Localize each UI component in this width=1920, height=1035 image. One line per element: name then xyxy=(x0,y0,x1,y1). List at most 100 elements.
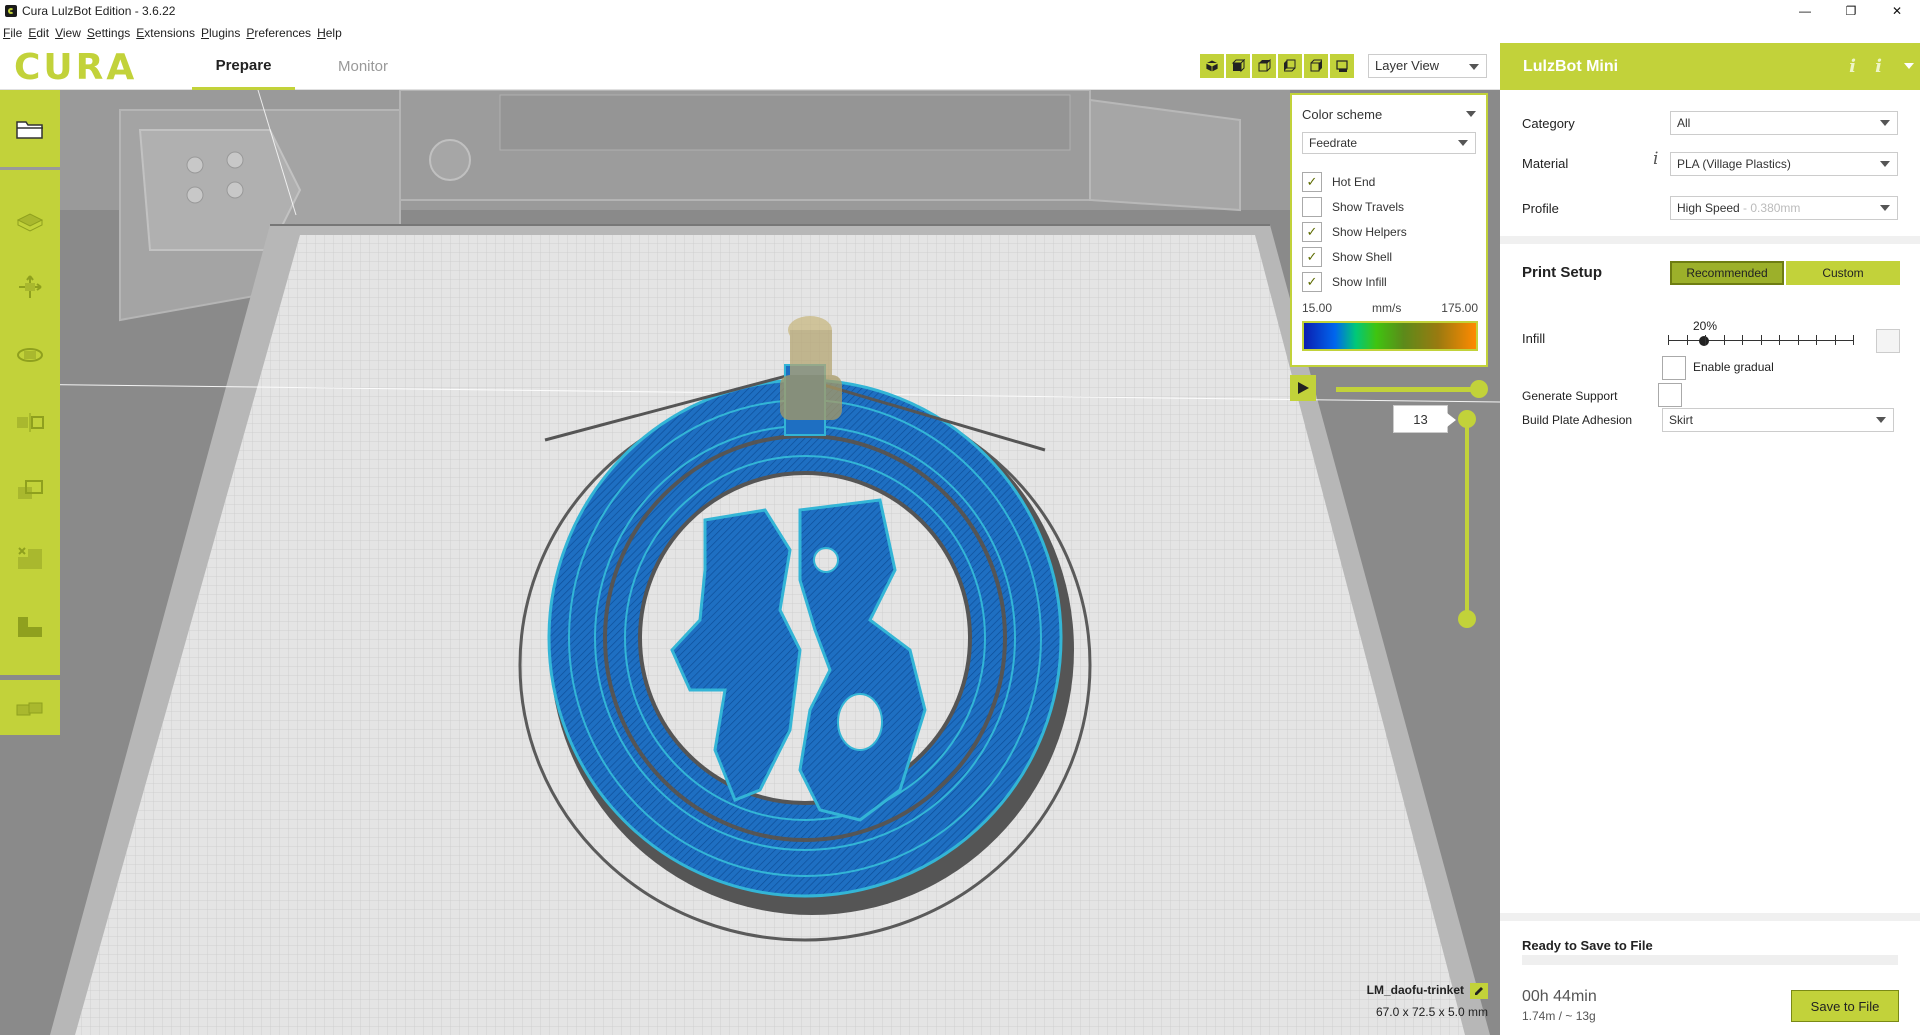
scale-icon[interactable] xyxy=(14,477,46,503)
move-icon[interactable] xyxy=(14,274,46,300)
play-simulation-button[interactable] xyxy=(1290,375,1316,401)
layer-slider-upper-handle[interactable] xyxy=(1458,410,1476,428)
path-slider-track[interactable] xyxy=(1336,387,1481,392)
layflat-icon[interactable] xyxy=(14,206,46,232)
infill-slider-tick xyxy=(1687,335,1688,345)
pencil-icon xyxy=(1475,987,1483,995)
printer-selector[interactable]: LulzBot Mini i i xyxy=(1500,43,1920,90)
generate-support-checkbox[interactable] xyxy=(1658,383,1682,407)
adhesion-select[interactable]: Skirt xyxy=(1662,408,1894,432)
rotate-icon[interactable] xyxy=(14,342,46,368)
cura-window: Cura LulzBot Edition - 3.6.22 — ❐ ✕ File… xyxy=(0,0,1920,1035)
show-shell-checkbox[interactable]: ✓ xyxy=(1302,247,1322,267)
show-infill-option[interactable]: ✓ Show Infill xyxy=(1302,272,1387,292)
show-travels-checkbox[interactable] xyxy=(1302,197,1322,217)
chevron-down-icon xyxy=(1880,120,1890,126)
view-mode-value: Layer View xyxy=(1375,58,1440,73)
show-helpers-checkbox[interactable]: ✓ xyxy=(1302,222,1322,242)
feedrate-max: 175.00 xyxy=(1441,301,1478,315)
menu-edit[interactable]: Edit xyxy=(28,26,49,40)
hot-end-checkbox[interactable]: ✓ xyxy=(1302,172,1322,192)
feedrate-scale: 15.00 mm/s 175.00 xyxy=(1302,301,1478,315)
menu-file[interactable]: File xyxy=(3,26,22,40)
infill-slider-handle[interactable] xyxy=(1698,336,1709,346)
restore-button[interactable]: ❐ xyxy=(1828,0,1874,22)
enable-gradual-checkbox[interactable] xyxy=(1662,356,1686,380)
view-front-button[interactable] xyxy=(1226,54,1250,78)
path-slider-handle[interactable] xyxy=(1470,380,1488,398)
cube-top-icon xyxy=(1258,59,1271,72)
open-file-button[interactable] xyxy=(0,90,60,167)
view-mode-select[interactable]: Layer View xyxy=(1368,54,1487,78)
color-scheme-value: Feedrate xyxy=(1309,136,1358,150)
cube-3d-icon xyxy=(1205,59,1219,73)
infill-slider-tick xyxy=(1705,335,1706,345)
infill-density-icon xyxy=(1876,329,1900,353)
show-travels-label: Show Travels xyxy=(1332,200,1405,214)
view-xray-button[interactable] xyxy=(1330,54,1354,78)
play-icon xyxy=(1298,382,1309,394)
view-3d-button[interactable] xyxy=(1200,54,1224,78)
edit-name-button[interactable] xyxy=(1470,983,1488,999)
view-orientation-buttons xyxy=(1200,54,1354,78)
menu-view[interactable]: View xyxy=(55,26,81,40)
model-dimensions: 67.0 x 72.5 x 5.0 mm xyxy=(1375,1005,1488,1019)
info-icon[interactable]: i xyxy=(1849,56,1856,77)
chevron-down-icon[interactable] xyxy=(1466,111,1476,117)
show-travels-option[interactable]: Show Travels xyxy=(1302,197,1404,217)
view-top-button[interactable] xyxy=(1252,54,1276,78)
printer-name: LulzBot Mini xyxy=(1523,58,1619,75)
layer-slider-lower-handle[interactable] xyxy=(1458,610,1476,628)
profile-layer-height: - 0.380mm xyxy=(1739,201,1801,215)
scene-render xyxy=(0,90,1500,1035)
model-name: LM_daofu-trinket xyxy=(1366,983,1464,997)
tab-monitor[interactable]: Monitor xyxy=(315,43,411,90)
custom-mode-button[interactable]: Custom xyxy=(1786,261,1900,285)
color-scheme-select[interactable]: Feedrate xyxy=(1302,132,1476,154)
check-icon: ✓ xyxy=(1306,174,1318,189)
show-helpers-option[interactable]: ✓ Show Helpers xyxy=(1302,222,1407,242)
info-icon[interactable]: i xyxy=(1875,56,1882,77)
material-select[interactable]: PLA (Village Plastics) xyxy=(1670,152,1898,176)
mirror-icon[interactable] xyxy=(14,409,46,435)
cura-logo: CURA xyxy=(14,49,137,83)
folder-icon xyxy=(16,120,43,139)
menu-extensions[interactable]: Extensions xyxy=(136,26,195,40)
per-model-settings-icon[interactable] xyxy=(14,545,46,571)
infill-slider-tick xyxy=(1816,335,1817,345)
svg-text:CURA: CURA xyxy=(14,49,137,83)
show-shell-option[interactable]: ✓ Show Shell xyxy=(1302,247,1392,267)
title-bar: Cura LulzBot Edition - 3.6.22 — ❐ ✕ xyxy=(0,0,1920,22)
multiply-button[interactable] xyxy=(0,680,60,735)
recommended-mode-button[interactable]: Recommended xyxy=(1670,261,1784,285)
menu-settings[interactable]: Settings xyxy=(87,26,130,40)
check-icon: ✓ xyxy=(1306,249,1318,264)
show-infill-checkbox[interactable]: ✓ xyxy=(1302,272,1322,292)
menu-preferences[interactable]: Preferences xyxy=(246,26,311,40)
material-value: PLA (Village Plastics) xyxy=(1677,157,1791,171)
infill-slider-tick xyxy=(1724,335,1725,345)
save-to-file-button[interactable]: Save to File xyxy=(1791,990,1899,1022)
layer-slider-track[interactable] xyxy=(1465,417,1469,619)
view-right-button[interactable] xyxy=(1304,54,1328,78)
menu-plugins[interactable]: Plugins xyxy=(201,26,240,40)
hot-end-option[interactable]: ✓ Hot End xyxy=(1302,172,1375,192)
infill-slider-tick xyxy=(1853,335,1854,345)
infill-label: Infill xyxy=(1522,331,1546,346)
menu-help[interactable]: Help xyxy=(317,26,342,40)
view-left-button[interactable] xyxy=(1278,54,1302,78)
menu-bar: File Edit View Settings Extensions Plugi… xyxy=(0,22,1920,43)
support-blocker-icon[interactable] xyxy=(14,613,46,639)
current-layer-input[interactable]: 13 xyxy=(1393,405,1456,433)
multiply-icon xyxy=(16,702,43,715)
tab-prepare[interactable]: Prepare xyxy=(192,43,295,90)
category-select[interactable]: All xyxy=(1670,111,1898,135)
profile-select[interactable]: High Speed - 0.380mm xyxy=(1670,196,1898,220)
close-button[interactable]: ✕ xyxy=(1874,0,1920,22)
infill-slider-tick xyxy=(1761,335,1762,345)
cube-front-icon xyxy=(1231,59,1245,73)
infill-slider-tick xyxy=(1798,335,1799,345)
3d-viewport[interactable]: Color scheme Feedrate ✓ Hot End Show Tra… xyxy=(0,90,1500,1035)
minimize-button[interactable]: — xyxy=(1782,0,1828,22)
info-icon[interactable]: i xyxy=(1653,149,1658,169)
